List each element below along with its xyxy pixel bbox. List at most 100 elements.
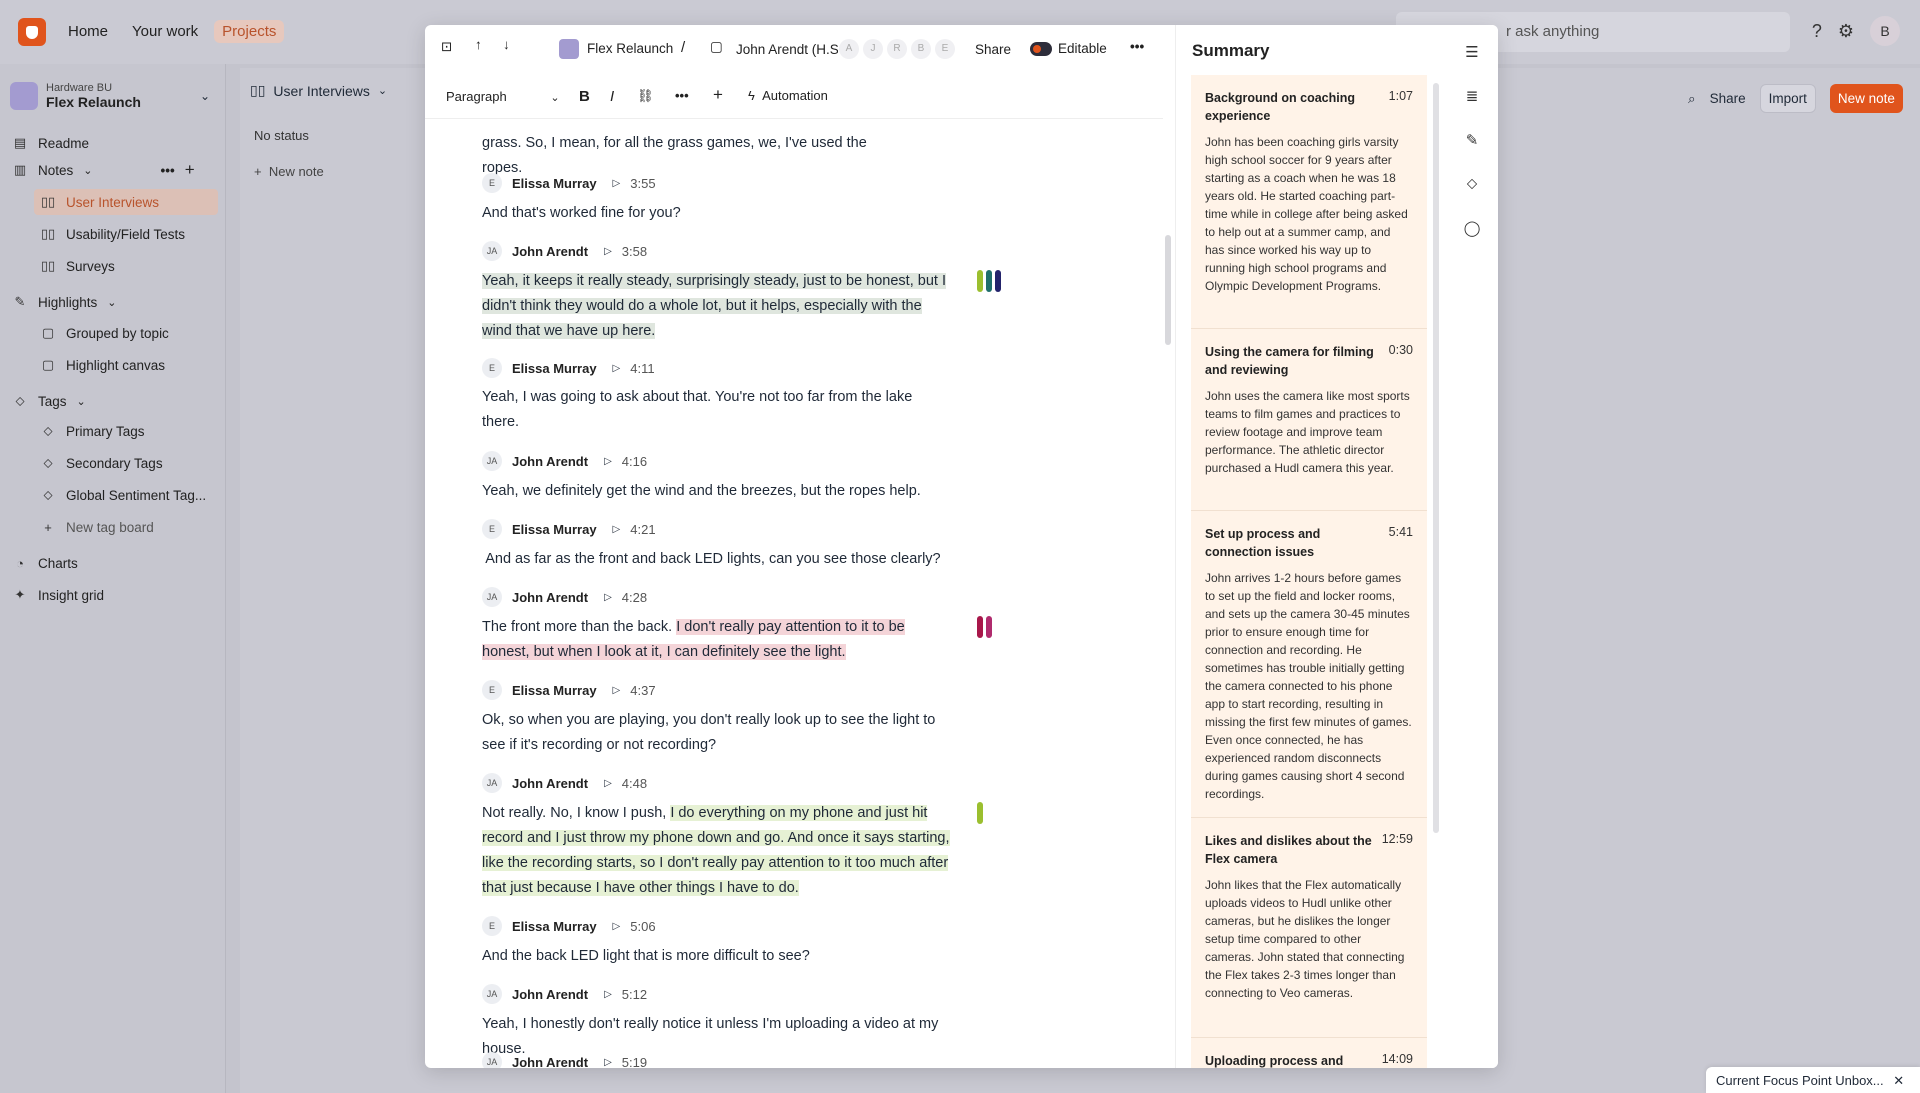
play-icon[interactable]: ▷: [604, 778, 612, 789]
sidebar-item-insight-grid[interactable]: ✦ Insight grid: [12, 582, 218, 608]
sidebar-item-tags[interactable]: ⬦ Tags ⌄: [12, 388, 218, 414]
chevron-down-icon[interactable]: ⌄: [77, 395, 86, 408]
summary-list[interactable]: Background on coaching experience 1:07 J…: [1191, 75, 1427, 1068]
summary-card[interactable]: Using the camera for filming and reviewi…: [1191, 329, 1427, 511]
automation-button[interactable]: ϟ Automation: [748, 88, 828, 103]
ai-summary-icon[interactable]: ☰: [1462, 43, 1482, 63]
editable-toggle[interactable]: Editable: [1030, 41, 1107, 57]
sidebar-item-charts[interactable]: ◔ Charts: [12, 550, 218, 576]
sidebar-item-primary-tags[interactable]: ⬦ Primary Tags: [34, 418, 218, 444]
timestamp[interactable]: 5:12: [622, 987, 647, 1002]
link-icon[interactable]: ⛓: [637, 88, 654, 104]
timestamp[interactable]: 4:28: [622, 590, 647, 605]
paragraph-select[interactable]: Paragraph ⌄: [446, 89, 560, 104]
highlight-marker[interactable]: [986, 270, 992, 292]
highlight-marker[interactable]: [977, 616, 983, 638]
highlight-markers[interactable]: [977, 616, 992, 638]
workspace-switcher[interactable]: Hardware BU Flex Relaunch ⌄: [10, 82, 210, 110]
summary-card-time[interactable]: 5:41: [1389, 525, 1413, 539]
gear-icon[interactable]: ⚙: [1838, 21, 1854, 42]
play-icon[interactable]: ▷: [604, 592, 612, 603]
breadcrumb-project[interactable]: Flex Relaunch: [587, 41, 673, 56]
sidebar-item-new-tag-board[interactable]: + New tag board: [34, 514, 218, 540]
play-icon[interactable]: ▷: [613, 178, 621, 189]
plus-icon[interactable]: +: [185, 160, 195, 180]
summary-card[interactable]: Set up process and connection issues 5:4…: [1191, 511, 1427, 818]
timestamp[interactable]: 4:16: [622, 454, 647, 469]
play-icon[interactable]: ▷: [613, 685, 621, 696]
play-icon[interactable]: ▷: [604, 1057, 612, 1068]
tag-icon[interactable]: ⬦: [1462, 175, 1482, 195]
close-icon[interactable]: ✕: [1893, 1073, 1904, 1088]
timestamp[interactable]: 4:37: [630, 683, 655, 698]
transcript[interactable]: grass. So, I mean, for all the grass gam…: [425, 119, 1163, 1068]
sidebar-item-user-interviews[interactable]: ▯▯ User Interviews: [34, 189, 218, 215]
nav-projects[interactable]: Projects: [214, 20, 285, 43]
focus-point-toast[interactable]: Current Focus Point Unbox... ✕: [1706, 1067, 1920, 1093]
sidebar-item-usability[interactable]: ▯▯ Usability/Field Tests: [34, 221, 218, 247]
document-scrollbar[interactable]: [1165, 235, 1171, 345]
highlight-marker[interactable]: [986, 616, 992, 638]
sidebar-item-readme[interactable]: ▤ Readme: [12, 130, 218, 156]
highlight-marker[interactable]: [995, 270, 1001, 292]
more-icon[interactable]: •••: [675, 88, 689, 103]
new-note-link[interactable]: + New note: [254, 164, 324, 179]
comment-icon[interactable]: ◯: [1462, 219, 1482, 239]
more-icon[interactable]: •••: [1130, 39, 1144, 54]
summary-card-time[interactable]: 1:07: [1389, 89, 1413, 103]
play-icon[interactable]: ▷: [604, 989, 612, 1000]
more-icon[interactable]: •••: [161, 163, 175, 178]
summary-scrollbar[interactable]: [1433, 83, 1439, 833]
sidebar-item-highlight-canvas[interactable]: ▢ Highlight canvas: [34, 352, 218, 378]
chevron-down-icon[interactable]: ⌄: [83, 164, 92, 177]
summary-card-time[interactable]: 14:09: [1382, 1052, 1413, 1066]
board-title[interactable]: User Interviews: [273, 83, 369, 99]
note-title[interactable]: John Arendt (H.S: [736, 42, 838, 57]
bold-icon[interactable]: B: [579, 88, 590, 105]
help-icon[interactable]: ?: [1812, 21, 1822, 42]
sidebar-item-secondary-tags[interactable]: ⬦ Secondary Tags: [34, 450, 218, 476]
summary-card[interactable]: Uploading process and 14:09: [1191, 1038, 1427, 1068]
play-icon[interactable]: ▷: [613, 524, 621, 535]
new-note-button[interactable]: New note: [1829, 84, 1903, 113]
chevron-down-icon[interactable]: ⌄: [378, 84, 387, 97]
summary-card-time[interactable]: 12:59: [1382, 832, 1413, 846]
highlight-marker[interactable]: [977, 802, 983, 824]
nav-your-work[interactable]: Your work: [124, 20, 206, 43]
timestamp[interactable]: 5:19: [622, 1055, 647, 1069]
highlighter-icon[interactable]: ✎: [1462, 131, 1482, 151]
highlight-marker[interactable]: [977, 270, 983, 292]
sidebar-item-global-sentiment-tags[interactable]: ⬦ Global Sentiment Tag...: [34, 482, 218, 508]
highlighted-text[interactable]: Yeah, it keeps it really steady, surpris…: [482, 273, 946, 339]
nav-home[interactable]: Home: [60, 20, 116, 43]
chevron-down-icon[interactable]: ⌄: [107, 296, 116, 309]
italic-icon[interactable]: I: [610, 88, 614, 105]
summary-card-time[interactable]: 0:30: [1389, 343, 1413, 357]
app-logo-icon[interactable]: [18, 18, 46, 46]
sidebar-toggle-icon[interactable]: ⊡: [441, 39, 452, 55]
timestamp[interactable]: 4:11: [630, 361, 654, 376]
sidebar-item-grouped-by-topic[interactable]: ▢ Grouped by topic: [34, 320, 218, 346]
sidebar-item-notes[interactable]: ▥ Notes ⌄ ••• +: [12, 157, 218, 183]
list-icon[interactable]: ≣: [1462, 87, 1482, 107]
timestamp[interactable]: 4:21: [630, 522, 655, 537]
summary-card[interactable]: Likes and dislikes about the Flex camera…: [1191, 818, 1427, 1038]
timestamp[interactable]: 5:06: [630, 919, 655, 934]
sidebar-item-highlights[interactable]: ✎ Highlights ⌄: [12, 289, 218, 315]
play-icon[interactable]: ▷: [613, 921, 621, 932]
arrow-up-icon[interactable]: ↑: [475, 37, 482, 52]
highlight-markers[interactable]: [977, 270, 1001, 292]
arrow-down-icon[interactable]: ↓: [503, 37, 510, 52]
timestamp[interactable]: 3:58: [622, 244, 647, 259]
sidebar-item-surveys[interactable]: ▯▯ Surveys: [34, 253, 218, 279]
timestamp[interactable]: 4:48: [622, 776, 647, 791]
note-share-button[interactable]: Share: [975, 42, 1011, 57]
user-avatar[interactable]: B: [1870, 16, 1900, 46]
plus-icon[interactable]: +: [713, 85, 723, 105]
play-icon[interactable]: ▷: [613, 363, 621, 374]
search-icon[interactable]: ⌕: [1688, 91, 1696, 107]
import-button[interactable]: Import: [1759, 84, 1816, 113]
highlight-markers[interactable]: [977, 802, 983, 824]
play-icon[interactable]: ▷: [604, 246, 612, 257]
summary-card[interactable]: Background on coaching experience 1:07 J…: [1191, 75, 1427, 329]
